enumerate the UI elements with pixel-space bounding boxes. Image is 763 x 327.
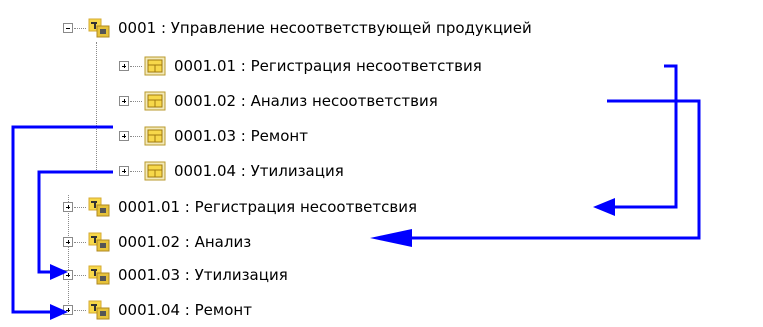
arrowhead-2 — [370, 229, 412, 247]
mapping-arrows — [11, 64, 701, 320]
arrowhead-4 — [50, 264, 68, 280]
arrowhead-3 — [50, 304, 68, 320]
arrow-line-2 — [412, 99, 701, 240]
arrow-line-4 — [37, 170, 113, 274]
arrowhead-1 — [593, 198, 615, 216]
arrow-line-3 — [11, 125, 113, 314]
process-tree: 0001 : Управление несоответствующей прод… — [0, 0, 763, 327]
arrow-line-1 — [615, 64, 678, 209]
